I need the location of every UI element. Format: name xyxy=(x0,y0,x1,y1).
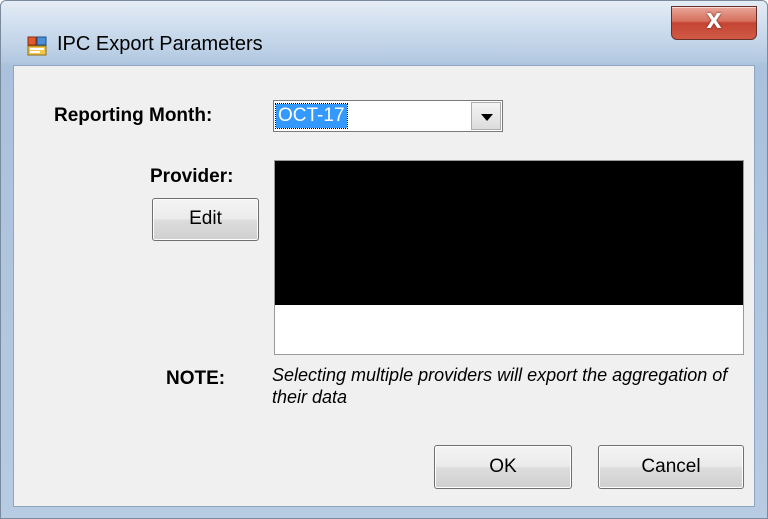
close-button[interactable]: X xyxy=(671,6,757,40)
edit-button[interactable]: Edit xyxy=(152,198,259,241)
title-bar[interactable]: IPC Export Parameters X xyxy=(1,1,767,63)
cancel-button[interactable]: Cancel xyxy=(598,445,744,489)
note-label: NOTE: xyxy=(166,368,226,389)
reporting-month-value: OCT-17 xyxy=(275,103,348,129)
chevron-down-icon xyxy=(481,114,493,121)
provider-list[interactable] xyxy=(274,160,744,355)
ok-button[interactable]: OK xyxy=(434,445,572,489)
window-form-icon xyxy=(27,36,47,56)
reporting-month-label: Reporting Month: xyxy=(54,105,213,126)
dialog-body: Reporting Month: OCT-17 Provider: Edit N… xyxy=(13,65,755,507)
window-title: IPC Export Parameters xyxy=(57,33,263,55)
provider-label: Provider: xyxy=(150,166,234,187)
dropdown-button[interactable] xyxy=(471,102,501,130)
redacted-provider-region xyxy=(275,161,743,305)
note-text: Selecting multiple providers will export… xyxy=(272,365,728,407)
reporting-month-dropdown[interactable]: OCT-17 xyxy=(273,100,503,132)
dialog-window: IPC Export Parameters X Reporting Month:… xyxy=(0,0,768,519)
close-icon: X xyxy=(706,9,722,33)
